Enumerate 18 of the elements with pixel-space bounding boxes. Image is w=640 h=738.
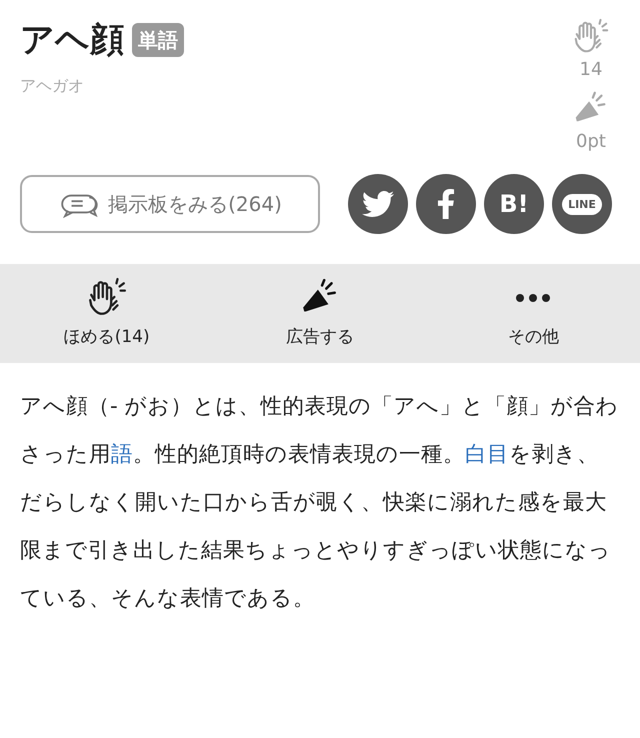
bird-icon <box>362 188 394 220</box>
page-title: アヘ顔 <box>20 19 124 62</box>
action-button[interactable]: ほめる(14) <box>0 264 214 363</box>
text-link[interactable]: 白目 <box>465 442 509 467</box>
share-button[interactable]: B! <box>484 174 544 234</box>
stat-count: 14 <box>580 58 602 82</box>
title-reading: アヘガオ <box>20 75 85 97</box>
share-button[interactable]: LINE <box>552 174 612 234</box>
word-tag: 単語 <box>132 23 184 57</box>
action-button[interactable]: 広告する <box>213 264 427 363</box>
article-text: アへ顔（- がお）とは、性的表現の「アへ」と「顔」が合わさった用語。性的絶頂時の表情表現の一種。白目 を剥き、だらしなく開いた口から舌が覗く、快楽に溺れた感を最大限まで引き出した結果ちょっとやりすぎっぽい状態になっている、そんな表情である。 <box>19 393 620 613</box>
line-logo: LINE <box>562 194 602 214</box>
action-button[interactable]: その他 <box>426 264 640 363</box>
more-icon <box>515 292 552 303</box>
text-link[interactable]: 語 <box>111 442 133 467</box>
stat-count: 0pt <box>576 130 606 154</box>
bulletin-board-button[interactable]: 掲示板をみる(264) <box>20 175 320 233</box>
bookmark-logo: B! <box>499 192 529 216</box>
